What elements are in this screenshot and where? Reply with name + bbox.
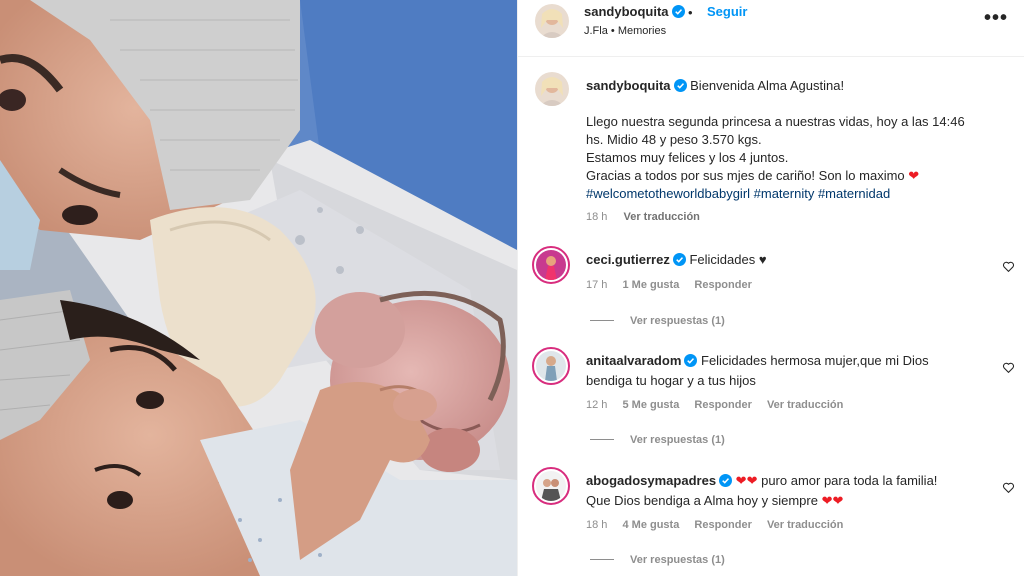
photo-illustration (0, 0, 517, 576)
follow-button[interactable]: Seguir (707, 4, 747, 19)
like-heart-icon[interactable] (1002, 481, 1015, 494)
red-heart-icon: ❤❤ (735, 473, 758, 488)
comment-meta: 18 h 4 Me gusta Responder Ver traducción (586, 519, 855, 531)
comment-time: 17 h (586, 279, 608, 291)
audio-attribution[interactable]: J.Fla • Memories (584, 25, 666, 37)
view-replies-button[interactable]: Ver respuestas (1) (590, 434, 725, 446)
verified-badge-icon (672, 253, 686, 266)
caption-line-1: Bienvenida Alma Agustina! (690, 78, 845, 93)
more-options-icon[interactable]: ••• (984, 8, 1008, 28)
author-avatar[interactable] (535, 4, 569, 38)
comment-meta: 17 h 1 Me gusta Responder (586, 279, 764, 291)
comment-meta: 12 h 5 Me gusta Responder Ver traducción (586, 399, 855, 411)
post-details-panel: sandyboquita • Seguir J.Fla • Memories •… (517, 0, 1024, 576)
caption-translate-link[interactable]: Ver traducción (623, 211, 699, 223)
comment-translate-link[interactable]: Ver traducción (767, 519, 843, 531)
separator-dot: • (688, 5, 693, 20)
verified-badge-icon (684, 354, 698, 367)
caption-meta: 18 h Ver traducción (586, 211, 713, 223)
verified-badge-icon (671, 5, 685, 18)
view-replies-button[interactable]: Ver respuestas (1) (590, 554, 725, 566)
view-replies-button[interactable]: Ver respuestas (1) (590, 315, 725, 327)
like-heart-icon[interactable] (1002, 361, 1015, 374)
red-heart-icon: ❤❤ (821, 493, 844, 508)
red-heart-icon: ❤ (908, 168, 920, 183)
reply-button[interactable]: Responder (694, 399, 751, 411)
comment-time: 12 h (586, 399, 608, 411)
commenter-avatar[interactable] (532, 246, 570, 284)
comment-text: anitaalvaradom Felicidades hermosa mujer… (586, 353, 929, 388)
comment-username[interactable]: ceci.gutierrez (586, 252, 670, 267)
comment-likes[interactable]: 5 Me gusta (622, 399, 679, 411)
comment-username[interactable]: anitaalvaradom (586, 353, 681, 368)
comment-likes[interactable]: 1 Me gusta (622, 279, 679, 291)
caption-author-avatar[interactable] (535, 72, 569, 106)
post-photo[interactable] (0, 0, 517, 576)
comment-translate-link[interactable]: Ver traducción (767, 399, 843, 411)
post-caption: sandyboquita Bienvenida Alma Agustina! L… (586, 77, 1006, 203)
post-header: sandyboquita • Seguir J.Fla • Memories •… (518, 0, 1024, 57)
caption-line-3: hs. Midio 48 y peso 3.570 kgs. (586, 132, 762, 147)
comment-time: 18 h (586, 519, 608, 531)
reply-button[interactable]: Responder (694, 279, 751, 291)
comment-text: ceci.gutierrez Felicidades ♥ (586, 252, 767, 267)
commenter-avatar[interactable] (532, 347, 570, 385)
commenter-avatar[interactable] (532, 467, 570, 505)
caption-line-4: Estamos muy felices y los 4 juntos. (586, 150, 789, 165)
comment-username[interactable]: abogadosymapadres (586, 473, 716, 488)
caption-line-2: Llego nuestra segunda princesa a nuestra… (586, 114, 965, 129)
reply-button[interactable]: Responder (694, 519, 751, 531)
caption-time: 18 h (586, 211, 608, 223)
black-heart-icon: ♥ (758, 252, 767, 267)
like-heart-icon[interactable] (1002, 260, 1015, 273)
comment-text: abogadosymapadres ❤❤ puro amor para toda… (586, 473, 938, 508)
caption-hashtags[interactable]: #welcometotheworldbabygirl #maternity #m… (586, 185, 1006, 203)
caption-username[interactable]: sandyboquita (586, 78, 671, 93)
comment-likes[interactable]: 4 Me gusta (622, 519, 679, 531)
author-username[interactable]: sandyboquita (584, 4, 685, 19)
verified-badge-icon (673, 79, 687, 92)
verified-badge-icon (719, 474, 733, 487)
caption-line-5: Gracias a todos por sus mjes de cariño! … (586, 168, 905, 183)
